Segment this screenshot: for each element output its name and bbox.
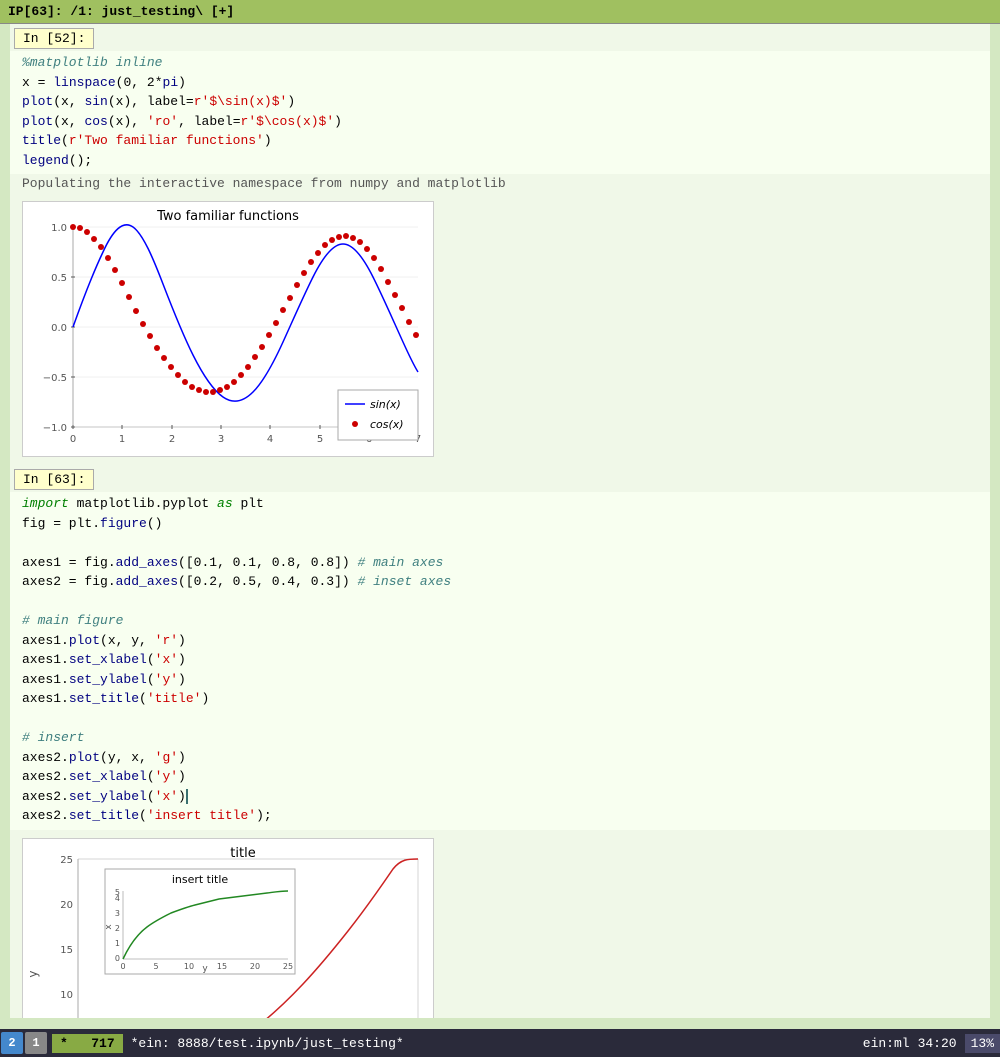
svg-text:2: 2 [115,924,120,933]
svg-text:10: 10 [184,962,194,971]
status-num-1[interactable]: 1 [25,1032,47,1054]
status-filename: *ein: 8888/test.ipynb/just_testing* [131,1036,863,1051]
svg-text:−1.0: −1.0 [43,423,67,434]
svg-text:0: 0 [120,962,125,971]
svg-text:y: y [202,964,208,974]
status-bar: 2 1 * 717 *ein: 8888/test.ipynb/just_tes… [0,1029,1000,1057]
svg-text:4: 4 [267,434,273,445]
svg-text:25: 25 [283,962,293,971]
status-cell-nums: 2 1 [0,1032,48,1054]
svg-text:20: 20 [60,900,73,911]
svg-text:sin(x): sin(x) [370,398,401,411]
svg-text:0.5: 0.5 [51,273,67,284]
cell-63: In [63]: import matplotlib.pyplot as plt… [10,465,990,830]
cell-63-code[interactable]: import matplotlib.pyplot as plt fig = pl… [10,492,990,830]
chart-2-svg: title y x 0 5 10 15 20 25 0 [23,839,433,1019]
cell-52-output: Populating the interactive namespace fro… [10,174,990,193]
chart-1-svg: Two familiar functions −1.0 −0.5 0.0 0.5… [23,202,433,452]
svg-text:25: 25 [60,855,73,866]
svg-text:insert title: insert title [172,873,229,886]
svg-text:3: 3 [115,909,120,918]
svg-text:15: 15 [217,962,227,971]
svg-text:0: 0 [115,954,120,963]
notebook: In [52]: %matplotlib inline x = linspace… [10,24,990,1018]
svg-text:1.0: 1.0 [51,223,67,234]
status-vim-mode: ein:ml [863,1036,910,1051]
svg-text:Two familiar functions: Two familiar functions [156,209,299,224]
svg-text:20: 20 [250,962,260,971]
svg-text:−0.5: −0.5 [43,373,67,384]
status-percent: 13% [965,1034,1000,1053]
svg-text:5: 5 [153,962,158,971]
chart-1-container: Two familiar functions −1.0 −0.5 0.0 0.5… [22,201,434,457]
svg-text:1: 1 [115,939,120,948]
status-star: * [60,1036,68,1051]
svg-text:5: 5 [317,434,323,445]
svg-text:0: 0 [70,434,76,445]
svg-text:5: 5 [115,888,120,897]
svg-text:y: y [26,970,40,977]
svg-text:3: 3 [218,434,224,445]
cell-52: In [52]: %matplotlib inline x = linspace… [10,24,990,193]
svg-text:cos(x): cos(x) [370,418,404,431]
status-cell-count: 717 [91,1036,114,1051]
svg-text:0.0: 0.0 [51,323,67,334]
cell-52-code[interactable]: %matplotlib inline x = linspace(0, 2*pi)… [10,51,990,174]
cell-52-label[interactable]: In [52]: [14,28,94,49]
svg-text:15: 15 [60,945,73,956]
status-position: 34:20 [918,1036,957,1051]
svg-text:x: x [104,923,114,929]
title-bar: IP[63]: /1: just_testing\ [+] [0,0,1000,24]
svg-text:10: 10 [60,990,73,1001]
svg-text:1: 1 [119,434,125,445]
cell-63-label[interactable]: In [63]: [14,469,94,490]
status-mode: * 717 [52,1034,123,1053]
title-text: IP[63]: /1: just_testing\ [+] [8,4,234,19]
chart-2-container: title y x 0 5 10 15 20 25 0 [22,838,434,1019]
status-num-2[interactable]: 2 [1,1032,23,1054]
svg-text:2: 2 [169,434,175,445]
